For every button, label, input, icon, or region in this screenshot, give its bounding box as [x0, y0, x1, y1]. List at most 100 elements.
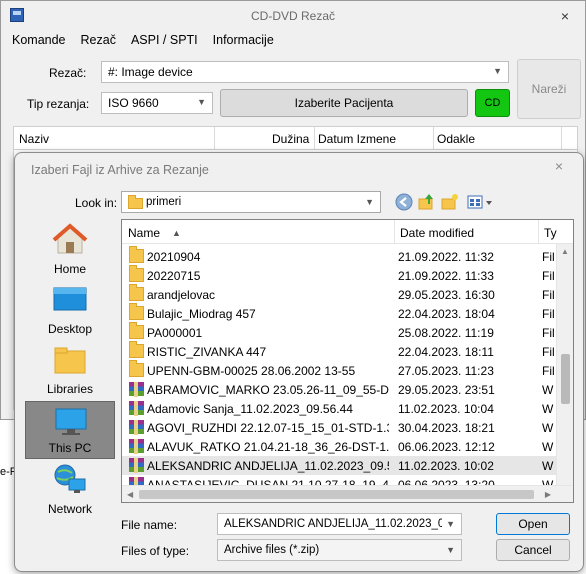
file-type-value: Archive files (*.zip): [224, 544, 320, 556]
folder-icon: [129, 322, 144, 339]
this-pc-icon: [55, 408, 87, 435]
menu-bar: Komande Rezač ASPI / SPTI Informacije: [1, 31, 585, 51]
file-name: PA000001: [147, 326, 203, 340]
place-label: Network: [47, 502, 92, 516]
file-name-value: ALEKSANDRIC ANDJELIJA_11.02.2023_09.5: [224, 518, 442, 530]
scroll-left-icon[interactable]: ◀: [127, 490, 133, 499]
place-home[interactable]: Home: [25, 221, 115, 279]
select-patient-button[interactable]: Izaberite Pacijenta: [220, 89, 468, 117]
new-folder-icon[interactable]: [441, 193, 459, 211]
tip-rezanja-label: Tip rezanja:: [27, 97, 90, 111]
file-date: 22.04.2023. 18:04: [398, 307, 495, 321]
file-row[interactable]: RISTIC_ZIVANKA 447 22.04.2023. 18:11 Fil: [122, 341, 573, 361]
file-name: Bulajic_Miodrag 457: [147, 307, 256, 321]
horizontal-scroll-thumb[interactable]: [139, 490, 534, 499]
file-row[interactable]: Adamovic Sanja_11.02.2023_09.56.44 11.02…: [122, 399, 573, 418]
place-network[interactable]: Network: [25, 461, 115, 519]
file-row[interactable]: UPENN-GBM-00025 28.06.2002 13-55 27.05.2…: [122, 360, 573, 380]
file-date: 30.04.2023. 18:21: [398, 421, 495, 435]
file-type: Fil: [542, 345, 555, 359]
scroll-right-icon[interactable]: ▶: [545, 490, 551, 499]
sort-ascending-icon: ▲: [172, 228, 181, 238]
file-row-selected[interactable]: ALEKSANDRIC ANDJELIJA_11.02.2023_09.58.2…: [122, 456, 573, 475]
tip-rezanja-select[interactable]: ISO 9660 ▼: [101, 92, 213, 114]
menu-aspi-spti[interactable]: ASPI / SPTI: [126, 31, 203, 49]
place-desktop[interactable]: Desktop: [25, 281, 115, 339]
column-datum-izmene[interactable]: Datum Izmene: [318, 132, 396, 146]
file-type: W: [542, 402, 554, 416]
file-name: 20210904: [147, 250, 201, 264]
column-duzina[interactable]: Dužina: [272, 132, 309, 146]
file-name-input[interactable]: ALEKSANDRIC ANDJELIJA_11.02.2023_09.5 ▼: [217, 513, 462, 535]
file-row[interactable]: AGOVI_RUZHDI 22.12.07-15_15_01-STD-1.3.1…: [122, 418, 573, 437]
place-this-pc[interactable]: This PC: [25, 401, 115, 459]
place-label: This PC: [48, 441, 92, 455]
look-in-label: Look in:: [75, 196, 118, 210]
menu-komande[interactable]: Komande: [7, 31, 71, 49]
home-icon: [52, 223, 88, 254]
up-folder-icon[interactable]: [418, 193, 436, 211]
file-row[interactable]: arandjelovac 29.05.2023. 16:30 Fil: [122, 284, 573, 304]
file-name: ALAVUK_RATKO 21.04.21-18_36_26-DST-1.3.1…: [147, 440, 389, 454]
file-list[interactable]: Name ▲ Date modified Ty 20210904 21.09.2…: [121, 219, 574, 503]
file-row[interactable]: Bulajic_Miodrag 457 22.04.2023. 18:04 Fi…: [122, 303, 573, 323]
folder-icon: [129, 303, 144, 320]
places-bar: Home Desktop Libraries This PC Network: [25, 217, 119, 516]
vertical-scroll-thumb[interactable]: [561, 354, 570, 404]
file-list-header: Name ▲ Date modified Ty: [122, 220, 573, 244]
column-date-modified[interactable]: Date modified: [400, 226, 474, 240]
file-name: ABRAMOVIC_MARKO 23.05.26-11_09_55-DS...: [147, 383, 389, 397]
window-close-button[interactable]: ×: [545, 1, 585, 31]
file-row[interactable]: PA000001 25.08.2022. 11:19 Fil: [122, 322, 573, 342]
look-in-select[interactable]: primeri ▼: [121, 191, 381, 213]
file-type: W: [542, 440, 554, 454]
file-date: 29.05.2023. 23:51: [398, 383, 495, 397]
file-row[interactable]: ALAVUK_RATKO 21.04.21-18_36_26-DST-1.3.1…: [122, 437, 573, 456]
chevron-down-icon: ▼: [446, 519, 455, 529]
file-row[interactable]: 20210904 21.09.2022. 11:32 Fil: [122, 246, 573, 266]
cancel-button[interactable]: Cancel: [496, 539, 570, 561]
rezac-value: #: Image device: [108, 65, 193, 79]
cd-button[interactable]: CD: [475, 89, 510, 117]
file-type-select[interactable]: Archive files (*.zip) ▼: [217, 539, 462, 561]
zip-archive-icon: [129, 401, 144, 416]
place-label: Libraries: [46, 382, 94, 396]
zip-archive-icon: [129, 382, 144, 397]
column-naziv[interactable]: Naziv: [19, 132, 49, 146]
menu-rezac[interactable]: Rezač: [76, 31, 121, 49]
vertical-scrollbar[interactable]: ▲: [556, 244, 573, 486]
folder-icon: [129, 341, 144, 358]
view-menu-icon[interactable]: [467, 193, 495, 211]
file-name: UPENN-GBM-00025 28.06.2002 13-55: [147, 364, 356, 378]
file-type: Fil: [542, 364, 555, 378]
place-libraries[interactable]: Libraries: [25, 341, 115, 399]
rezac-label: Rezač:: [49, 66, 87, 80]
file-date: 21.09.2022. 11:32: [398, 250, 494, 264]
column-name[interactable]: Name: [128, 226, 160, 240]
horizontal-scrollbar[interactable]: ◀ ▶: [122, 485, 573, 502]
file-type: Fil: [542, 326, 555, 340]
desktop-icon: [53, 287, 87, 311]
scroll-up-icon[interactable]: ▲: [561, 247, 569, 256]
burn-button[interactable]: Nareži: [517, 59, 581, 119]
file-date: 11.02.2023. 10:04: [398, 402, 494, 416]
zip-archive-icon: [129, 439, 144, 454]
rezac-select[interactable]: #: Image device ▼: [101, 61, 509, 83]
column-type[interactable]: Ty: [544, 226, 557, 240]
file-type: W: [542, 421, 554, 435]
file-type: W: [542, 459, 554, 473]
menu-informacije[interactable]: Informacije: [208, 31, 279, 49]
open-button[interactable]: Open: [496, 513, 570, 535]
dialog-close-button[interactable]: ×: [555, 158, 563, 174]
file-date: 11.02.2023. 10:02: [398, 459, 494, 473]
dialog-title: Izaberi Fajl iz Arhive za Rezanje: [31, 163, 209, 177]
column-odakle[interactable]: Odakle: [437, 132, 475, 146]
file-row[interactable]: ABRAMOVIC_MARKO 23.05.26-11_09_55-DS... …: [122, 380, 573, 399]
libraries-icon: [54, 347, 86, 374]
folder-icon: [128, 195, 143, 209]
tip-rezanja-value: ISO 9660: [108, 96, 159, 110]
title-bar: CD-DVD Rezač ×: [1, 1, 585, 31]
file-dialog: Izaberi Fajl iz Arhive za Rezanje × Look…: [14, 152, 584, 572]
back-icon[interactable]: [395, 193, 413, 211]
file-row[interactable]: 20220715 21.09.2022. 11:33 Fil: [122, 265, 573, 285]
